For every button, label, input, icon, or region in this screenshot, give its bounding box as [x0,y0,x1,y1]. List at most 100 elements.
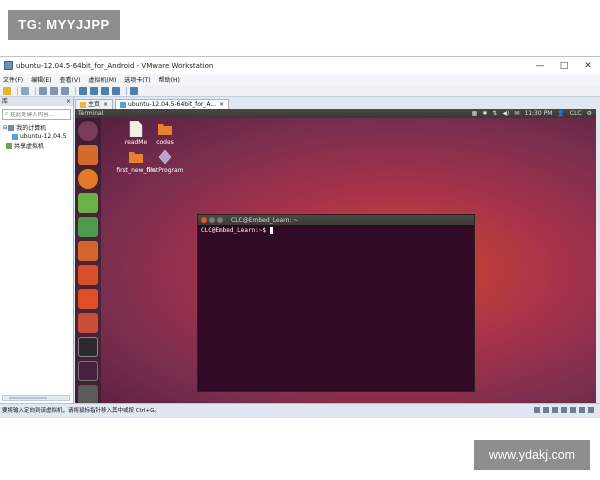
network-adapter-icon[interactable] [552,406,558,413]
terminal-prompt: CLC@Embed_Learn:~$ [201,227,267,234]
keyboard-icon[interactable]: ▦ [472,110,478,117]
desktop-icon-firstprogram[interactable]: firstProgram [135,149,195,174]
menu-file[interactable]: 文件(F) [3,75,23,84]
window-controls: — □ ✕ [528,61,600,71]
collapse-icon[interactable]: ⊟ [3,125,7,131]
power-menu-icon[interactable]: ⚙ [587,110,592,117]
terminal-cursor [269,227,273,234]
library-tree: ⊟ 我的计算机 ubuntu-12.04.5 共享虚拟机 [0,123,73,150]
active-app-name: Terminal [78,110,104,117]
volume-icon[interactable]: ◀) [502,110,509,117]
tab-bar: 主页 × ubuntu-12.04.5-64bit_for_A... × [75,98,600,109]
library-search[interactable]: ⌕ [2,109,71,120]
network-icon[interactable]: ⇅ [492,110,497,117]
tree-item-ubuntu-vm[interactable]: ubuntu-12.04.5 [3,132,73,141]
computer-icon [8,124,15,131]
terminal-window[interactable]: CLC@Embed_Learn: ~ CLC@Embed_Learn:~$ [197,214,475,392]
ubuntu-one-icon[interactable] [78,289,98,309]
bluetooth-icon[interactable]: ✱ [482,110,487,117]
display-icon[interactable] [588,406,594,413]
hard-disk-icon[interactable] [534,406,540,413]
toolbar [0,85,600,97]
usb-icon[interactable] [561,406,567,413]
snapshot-icon[interactable] [39,86,47,95]
system-settings-icon[interactable] [78,313,98,333]
sound-card-icon[interactable] [570,406,576,413]
files-icon[interactable] [78,145,98,165]
desktop-icon-codes[interactable]: codes [135,121,195,146]
status-hint: 要将输入定向到该虚拟机，请将鼠标指针移入其中或按 Ctrl+G。 [2,407,160,414]
library-scrollbar[interactable] [2,395,70,401]
ubuntu-top-panel: Terminal ▦ ✱ ⇅ ◀) ✉ 11:30 PM 👤 CLC ⚙ [75,109,596,118]
firefox-icon[interactable] [78,169,98,189]
toolbar-separator [126,86,127,95]
printer-icon[interactable] [579,406,585,413]
title-bar: ubuntu-12.04.5-64bit_for_Android - VMwar… [0,57,600,74]
diamond-app-icon [158,149,172,165]
workspaces-icon[interactable] [78,361,98,381]
terminal-title: CLC@Embed_Learn: ~ [231,216,299,224]
library-close-icon[interactable]: × [66,97,71,106]
terminal-output[interactable]: CLC@Embed_Learn:~$ [198,225,474,236]
tree-item-my-computer[interactable]: ⊟ 我的计算机 [3,123,73,132]
library-panel: 库 × ⌕ ⊟ 我的计算机 ubuntu-12.04.5 [0,97,74,403]
terminal-title-bar[interactable]: CLC@Embed_Learn: ~ [198,215,474,225]
screenshot: TG: MYYJJPP ubuntu-12.04.5-64bit_for_And… [0,0,600,480]
mail-icon[interactable]: ✉ [514,110,519,117]
revert-snapshot-icon[interactable] [50,86,58,95]
maximize-button[interactable]: □ [552,61,576,71]
close-button[interactable]: ✕ [576,61,600,71]
tab-close-icon[interactable]: × [219,100,224,110]
libreoffice-impress-icon[interactable] [78,241,98,261]
user-icon: 👤 [557,110,565,117]
scrollbar-thumb[interactable] [9,397,47,399]
shared-vm-icon [6,142,12,149]
cd-drive-icon[interactable] [543,406,549,413]
desktop-icon-label: firstProgram [146,167,184,174]
menu-edit[interactable]: 编辑(E) [31,75,51,84]
clock[interactable]: 11:30 PM [524,110,552,117]
minimize-button[interactable]: — [528,61,552,71]
tab-ubuntu-vm[interactable]: ubuntu-12.04.5-64bit_for_A... × [115,99,230,110]
libreoffice-calc-icon[interactable] [78,217,98,237]
library-search-input[interactable] [10,111,61,118]
libreoffice-writer-icon[interactable] [78,193,98,213]
folder-icon [158,124,172,135]
toolbar-separator [75,86,76,95]
show-library-icon[interactable] [79,86,87,95]
unity-icon[interactable] [112,86,120,95]
snapshot-manager-icon[interactable] [61,86,69,95]
full-screen-icon[interactable] [101,86,109,95]
software-center-icon[interactable] [78,265,98,285]
status-bar: 要将输入定向到该虚拟机，请将鼠标指针移入其中或按 Ctrl+G。 [0,403,600,415]
toolbar-separator [17,86,18,95]
tab-label: ubuntu-12.04.5-64bit_for_A... [128,100,217,108]
tab-close-icon[interactable]: × [103,100,108,110]
power-icon[interactable] [3,86,11,95]
dash-home-icon[interactable] [78,121,98,141]
menu-tabs[interactable]: 选项卡(T) [124,75,150,84]
send-keys-icon[interactable] [21,86,29,95]
library-header: 库 × [0,97,73,106]
console-view-icon[interactable] [130,86,138,95]
menu-view[interactable]: 查看(V) [60,75,81,84]
terminal-launcher-icon[interactable] [78,337,98,357]
guest-display[interactable]: Terminal ▦ ✱ ⇅ ◀) ✉ 11:30 PM 👤 CLC ⚙ rea… [75,109,596,403]
menu-vm[interactable]: 虚拟机(M) [88,75,116,84]
menu-help[interactable]: 帮助(H) [159,75,180,84]
search-icon: ⌕ [5,111,9,117]
tree-item-label: 共享虚拟机 [14,143,45,150]
tree-item-label: 我的计算机 [16,125,47,132]
tree-item-shared-vms[interactable]: 共享虚拟机 [3,141,73,150]
username[interactable]: CLC [570,110,582,117]
tab-label: 主页 [88,100,101,108]
trash-icon[interactable] [78,385,98,403]
close-icon[interactable] [201,217,207,223]
system-tray: ▦ ✱ ⇅ ◀) ✉ 11:30 PM 👤 CLC ⚙ [467,110,592,117]
tab-home[interactable]: 主页 × [75,99,114,110]
vmware-app-icon [4,61,13,70]
menu-bar: 文件(F) 编辑(E) 查看(V) 虚拟机(M) 选项卡(T) 帮助(H) [0,74,600,85]
thumbnail-bar-icon[interactable] [90,86,98,95]
minimize-icon[interactable] [209,217,215,223]
maximize-icon[interactable] [217,217,223,223]
